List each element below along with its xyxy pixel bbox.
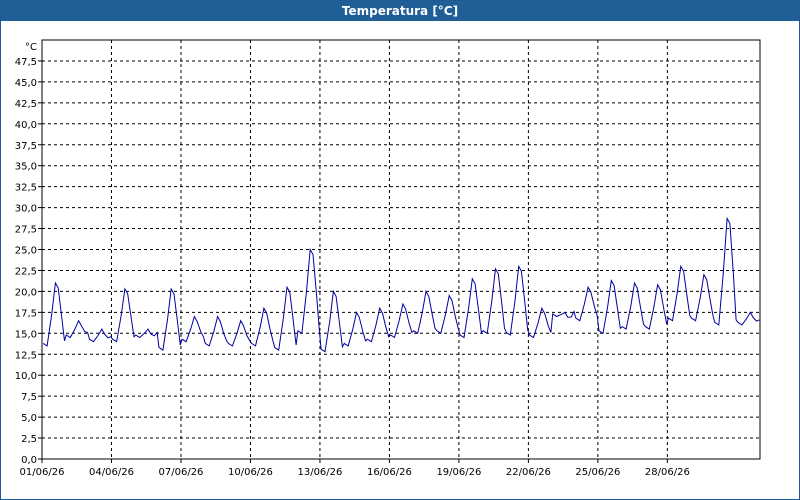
y-tick-label: 27,5 [15,225,37,236]
x-tick-label: 19/06/26 [436,467,481,478]
plot-area [41,39,761,460]
y-tick-label: 30,0 [15,204,37,215]
chart-window: Temperatura [°C] 0,0 2,5 5,0 7,5 10,0 12,5 15,… [0,0,800,500]
y-tick-label: 25,0 [15,246,37,257]
x-tick-label: 16/06/26 [367,467,412,478]
x-tick-label: 25/06/26 [575,467,620,478]
y-tick-label: 32,5 [15,183,37,194]
temperature-chart: 0,0 2,5 5,0 7,5 10,0 12,5 15,0 17,5 20,0 22,5 25,0… [15,39,761,478]
y-tick-label: 15,0 [15,329,37,340]
y-tick-label: 2,5 [21,434,37,445]
y-tick-label: 35,0 [15,162,37,173]
x-tick-label: 07/06/26 [159,467,204,478]
x-tick-label: 22/06/26 [506,467,551,478]
y-tick-label: 17,5 [15,308,37,319]
y-tick-label: 45,0 [15,78,37,89]
x-tick-label: 13/06/26 [297,467,342,478]
y-tick-label: 10,0 [15,371,37,382]
y-tick-label: 37,5 [15,141,37,152]
y-tick-label: 40,0 [15,120,37,131]
x-tick-label: 10/06/26 [228,467,273,478]
y-tick-label: 20,0 [15,287,37,298]
x-tick-label: 04/06/26 [89,467,134,478]
y-tick-label: 47,5 [15,57,37,68]
y-tick-label: 12,5 [15,350,37,361]
y-tick-label: 7,5 [21,392,37,403]
x-tick-label: 01/06/26 [20,467,65,478]
window-title: Temperatura [°C] [1,1,799,21]
y-tick-label: 42,5 [15,99,37,110]
x-tick-label: 28/06/26 [645,467,690,478]
y-tick-label: 22,5 [15,266,37,277]
y-tick-label: 5,0 [21,413,37,424]
y-tick-label: 0,0 [21,455,37,466]
y-axis-unit-label: °C [25,42,37,53]
